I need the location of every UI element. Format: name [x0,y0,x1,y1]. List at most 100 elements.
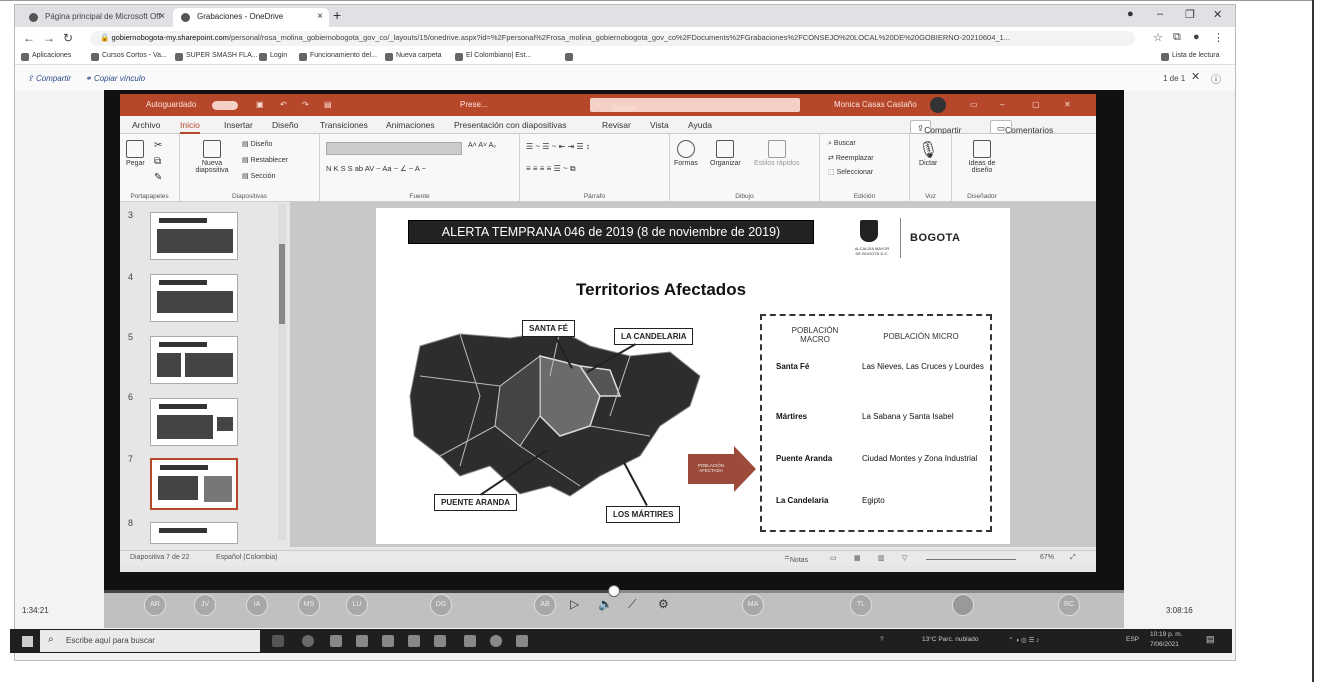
minimize-icon[interactable]: – [1157,8,1163,20]
slide-canvas[interactable]: ALERTA TEMPRANA 046 de 2019 (8 de noviem… [376,208,1010,544]
system-tray-icons[interactable]: ⌃ ◑ ◎ ☰ ♪ [1008,636,1039,644]
bookmark-login[interactable]: Login [259,52,287,61]
layout-button[interactable]: ▤ Diseño [242,140,272,148]
taskbar-search[interactable]: ⌕ Escribe aquí para buscar [40,630,260,652]
participant-avatar[interactable]: MA [742,594,764,616]
date[interactable]: 7/06/2021 [1150,641,1179,648]
bookmark-smash[interactable]: SUPER SMASH FLA... [175,52,258,61]
replace-button[interactable]: ⇄ Reemplazar [828,154,874,162]
normal-view-icon[interactable]: ▭ [830,554,837,562]
extensions-icon[interactable]: ⧉ [1173,31,1181,44]
format-painter-icon[interactable]: ✎ [154,172,162,183]
menu-animaciones[interactable]: Animaciones [386,120,435,130]
copy-link-button[interactable]: ⚭ Copiar vínculo [85,74,145,83]
bookmark-nueva-carpeta[interactable]: Nueva carpeta [385,52,442,61]
reset-button[interactable]: ▤ Restablecer [242,156,288,164]
menu-inicio[interactable]: Inicio [180,120,200,134]
notes-button[interactable]: ≐ Notas [784,554,808,564]
app-icon[interactable] [516,635,528,647]
slide-thumbnail-7-selected[interactable] [150,458,238,510]
sorter-view-icon[interactable]: ▦ [854,554,861,562]
redo-icon[interactable]: ↷ [302,100,309,109]
participant-avatar[interactable]: AR [144,594,166,616]
play-icon[interactable]: ▷ [570,597,579,611]
cut-icon[interactable]: ✂ [154,140,162,151]
back-icon[interactable]: ← [23,31,35,45]
menu-diseno[interactable]: Diseño [272,120,298,130]
fit-slide-icon[interactable]: ⤢ [1070,554,1076,562]
font-format-icons[interactable]: N K S S ab AV ~ Aa ~ ∠ ~ A ~ [326,164,426,173]
bookmark-cursos[interactable]: Cursos Cortos - Va... [91,52,167,61]
url-field[interactable]: 🔒 gobiernobogota-my.sharepoint.com/perso… [90,31,1135,46]
list-icons[interactable]: ☰ ~ ☰ ~ ⇤ ⇥ ☰ ↕ [526,142,590,151]
pp-comments-button[interactable]: ▭ Comentarios [990,120,1053,135]
chrome-icon[interactable] [490,635,502,647]
menu-revisar[interactable]: Revisar [602,120,631,130]
new-tab-icon[interactable]: + [333,7,341,23]
menu-archivo[interactable]: Archivo [132,120,160,130]
app-icon[interactable] [434,635,446,647]
reading-view-icon[interactable]: ▥ [878,554,885,562]
task-view-icon[interactable] [272,635,284,647]
zoom-slider[interactable] [926,559,1016,560]
align-icons[interactable]: ≡ ≡ ≡ ≡ ☰ ~ ⧉ [526,164,576,174]
font-size-icons[interactable]: A˄ A˅ Aₒ [468,142,496,149]
pp-search-box[interactable]: ⌕ Buscar [590,98,800,113]
bookmark-colombiano[interactable]: El Colombiano| Est... [455,52,531,61]
dictate-button[interactable]: 🎙 Dictar [918,140,938,167]
participant-avatar[interactable]: IA [246,594,268,616]
minimize-icon[interactable]: – [1000,100,1004,109]
slide-thumbnail-8[interactable] [150,522,238,544]
profile-dot-icon[interactable]: ● [1127,8,1134,20]
reading-list[interactable]: Lista de lectura [1161,52,1219,61]
slideshow-icon[interactable]: ▽ [902,554,907,562]
menu-presentacion[interactable]: Presentación con diapositivas [454,120,566,130]
maximize-icon[interactable]: ❐ [1185,8,1195,21]
participant-avatar[interactable]: LU [346,594,368,616]
help-icon[interactable]: ? [880,636,884,643]
close-icon[interactable]: ✕ [1064,100,1071,109]
participant-avatar[interactable]: AB [534,594,556,616]
windows-start-icon[interactable] [22,636,33,647]
arrange-button[interactable]: Organizar [710,140,741,167]
app-icon[interactable] [464,635,476,647]
new-slide-button[interactable]: Nueva diapositiva [190,140,234,174]
save-icon[interactable]: ▣ [256,100,264,109]
menu-ayuda[interactable]: Ayuda [688,120,712,130]
app-icon[interactable] [382,635,394,647]
participant-avatar[interactable]: RC [1058,594,1080,616]
shapes-button[interactable]: Formas [674,140,698,167]
seek-bar[interactable] [104,585,1124,597]
avatar[interactable] [930,97,946,113]
font-name-dropdown[interactable] [326,142,462,155]
store-icon[interactable] [356,635,368,647]
explorer-icon[interactable] [330,635,342,647]
maximize-icon[interactable]: ▢ [1032,100,1040,109]
close-window-icon[interactable]: ✕ [1213,8,1222,21]
select-button[interactable]: ⬚ Seleccionar [828,168,873,176]
ribbon-display-icon[interactable]: ▭ [970,100,978,109]
forward-icon[interactable]: → [43,31,55,45]
undo-icon[interactable]: ↶ [280,100,287,109]
tab-onedrive[interactable]: Grabaciones - OneDrive × [173,8,329,27]
participant-avatar[interactable]: TL [850,594,872,616]
menu-vista[interactable]: Vista [650,120,669,130]
close-icon[interactable]: × [159,11,165,22]
find-button[interactable]: ⌕ Buscar [828,140,856,148]
participant-avatar[interactable]: DG [430,594,452,616]
language-indicator[interactable]: ESP [1126,636,1139,643]
thumbnails-scrollbar[interactable] [278,204,286,540]
pp-share-button[interactable]: ⇪ Compartir [910,120,961,135]
star-icon[interactable]: ☆ [1153,31,1163,44]
edge-icon[interactable] [302,635,314,647]
participant-avatar[interactable]: MS [298,594,320,616]
tab-office-home[interactable]: Página principal de Microsoft Off × [21,8,171,27]
volume-icon[interactable]: 🔈 [598,597,613,611]
present-icon[interactable]: ▤ [324,100,332,109]
bookmark-funcionamiento[interactable]: Funcionamiento del... [299,52,377,61]
copy-icon[interactable]: ⧉ [154,156,161,167]
section-button[interactable]: ▤ Sección [242,172,275,180]
clock[interactable]: 10:19 p. m. [1150,631,1183,638]
account-icon[interactable]: ● [1193,31,1200,43]
paste-button[interactable]: Pegar [126,140,145,167]
